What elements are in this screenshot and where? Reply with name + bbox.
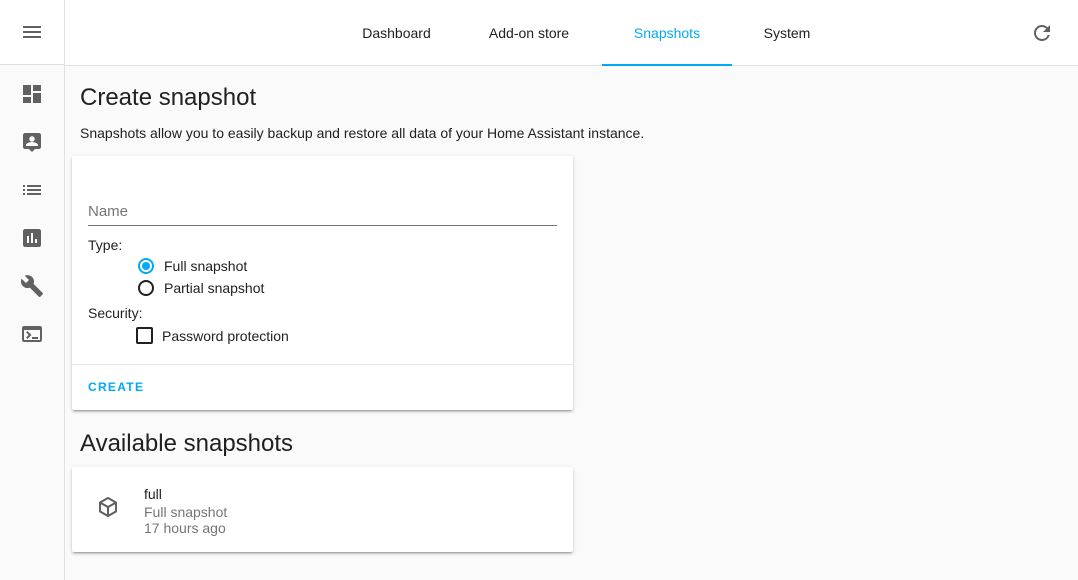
create-snapshot-title: Create snapshot	[80, 84, 257, 111]
console-icon	[22, 326, 42, 342]
full-snapshot-label: Full snapshot	[164, 258, 248, 274]
full-snapshot-radio[interactable]: Full snapshot	[138, 258, 247, 274]
menu-button[interactable]	[0, 0, 64, 65]
sidebar-item-logbook[interactable]	[0, 166, 64, 214]
snapshot-type: Full snapshot	[144, 504, 228, 520]
sidebar-item-terminal[interactable]	[0, 310, 64, 358]
password-protection-label: Password protection	[162, 327, 289, 344]
tab-snapshots[interactable]: Snapshots	[602, 0, 732, 66]
name-field[interactable]	[88, 202, 557, 226]
sidebar-item-hassio[interactable]	[0, 262, 64, 310]
create-snapshot-description: Snapshots allow you to easily backup and…	[80, 125, 645, 141]
password-protection-checkbox[interactable]: Password protection	[136, 327, 289, 344]
name-input[interactable]	[88, 202, 557, 221]
type-label: Type:	[88, 237, 123, 253]
tab-bar: Dashboard Add-on store Snapshots System	[337, 0, 842, 66]
card-actions: CREATE	[72, 364, 573, 410]
create-button[interactable]: CREATE	[88, 380, 144, 394]
list-icon	[23, 185, 41, 195]
radio-unchecked[interactable]	[138, 280, 154, 296]
sidebar	[0, 0, 65, 580]
account-box-icon	[23, 133, 41, 152]
refresh-icon	[1034, 25, 1050, 41]
sidebar-item-history[interactable]	[0, 214, 64, 262]
wrench-icon	[20, 275, 43, 297]
chart-icon	[23, 229, 41, 247]
refresh-button[interactable]	[1030, 21, 1054, 45]
available-snapshots-title: Available snapshots	[80, 430, 294, 457]
main-content: Create snapshot Snapshots allow you to e…	[65, 66, 1078, 580]
dashboard-icon	[23, 85, 41, 103]
sidebar-item-account[interactable]	[0, 118, 64, 166]
package-icon	[96, 495, 120, 519]
top-bar: Dashboard Add-on store Snapshots System	[65, 0, 1078, 66]
radio-checked[interactable]	[138, 258, 154, 274]
menu-icon	[23, 26, 41, 38]
security-label: Security:	[88, 305, 143, 321]
partial-snapshot-radio[interactable]: Partial snapshot	[138, 280, 264, 296]
snapshot-name: full	[144, 486, 162, 502]
snapshot-item[interactable]: full Full snapshot 17 hours ago	[72, 467, 573, 552]
tab-system[interactable]: System	[732, 0, 842, 66]
partial-snapshot-label: Partial snapshot	[164, 280, 265, 296]
tab-addon-store[interactable]: Add-on store	[456, 0, 602, 66]
tab-dashboard[interactable]: Dashboard	[337, 0, 456, 66]
snapshot-time: 17 hours ago	[144, 520, 226, 536]
sidebar-item-dashboard[interactable]	[0, 70, 64, 118]
create-snapshot-card: Type: Full snapshot Partial snapshot Sec…	[72, 156, 573, 410]
checkbox[interactable]	[136, 327, 153, 344]
